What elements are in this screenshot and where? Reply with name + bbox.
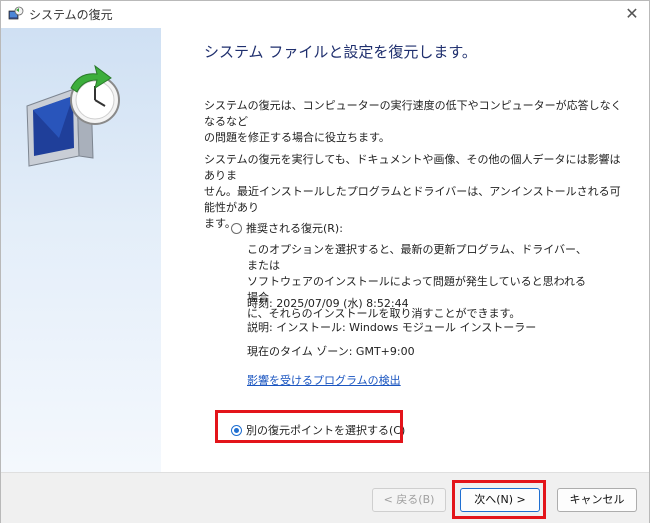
highlight-box-next: [452, 480, 546, 519]
note-line: システムの復元を実行しても、ドキュメントや画像、その他の個人データには影響はあり…: [204, 153, 621, 182]
title-bar: システムの復元 ✕: [1, 1, 649, 27]
cancel-button[interactable]: キャンセル: [557, 488, 637, 512]
dialog-footer: < 戻る(B) 次へ(N) > キャンセル: [1, 472, 649, 523]
intro-line: システムの復元は、コンピューターの実行速度の低下やコンピューターが応答しなくなる…: [204, 99, 622, 128]
highlight-box-option: [215, 410, 403, 443]
restore-monitor-clock-icon: [26, 64, 120, 167]
recommended-restore-radio[interactable]: [231, 223, 242, 234]
window-title: システムの復元: [29, 8, 113, 22]
main-content: システム ファイルと設定を復元します。 システムの復元は、コンピューターの実行速…: [161, 28, 649, 472]
recommended-restore-label[interactable]: 推奨される復元(R):: [246, 220, 343, 236]
description-line: このオプションを選択すると、最新の更新プログラム、ドライバー、または: [247, 243, 587, 272]
intro-paragraph: システムの復元は、コンピューターの実行速度の低下やコンピューターが応答しなくなる…: [204, 98, 624, 146]
side-banner: [1, 28, 162, 472]
note-line: せん。最近インストールしたプログラムとドライバーは、アンインストールされる可能性…: [204, 185, 621, 214]
system-restore-icon: [8, 6, 24, 20]
system-restore-window: システムの復元 ✕ システム ファイルと設定を復元します。 システムの復元は、コ…: [0, 0, 650, 523]
page-heading: システム ファイルと設定を復元します。: [204, 43, 477, 61]
intro-line: の問題を修正する場合に役立ちます。: [204, 131, 390, 144]
restore-point-timezone: 現在のタイム ゾーン: GMT+9:00: [247, 345, 415, 358]
scan-affected-programs-link[interactable]: 影響を受けるプログラムの検出: [247, 372, 401, 388]
back-button[interactable]: < 戻る(B): [372, 488, 446, 512]
close-icon[interactable]: ✕: [621, 3, 643, 25]
restore-point-time: 時刻: 2025/07/09 (水) 8:52:44: [247, 297, 409, 310]
restore-point-description: 説明: インストール: Windows モジュール インストーラー: [247, 321, 537, 334]
